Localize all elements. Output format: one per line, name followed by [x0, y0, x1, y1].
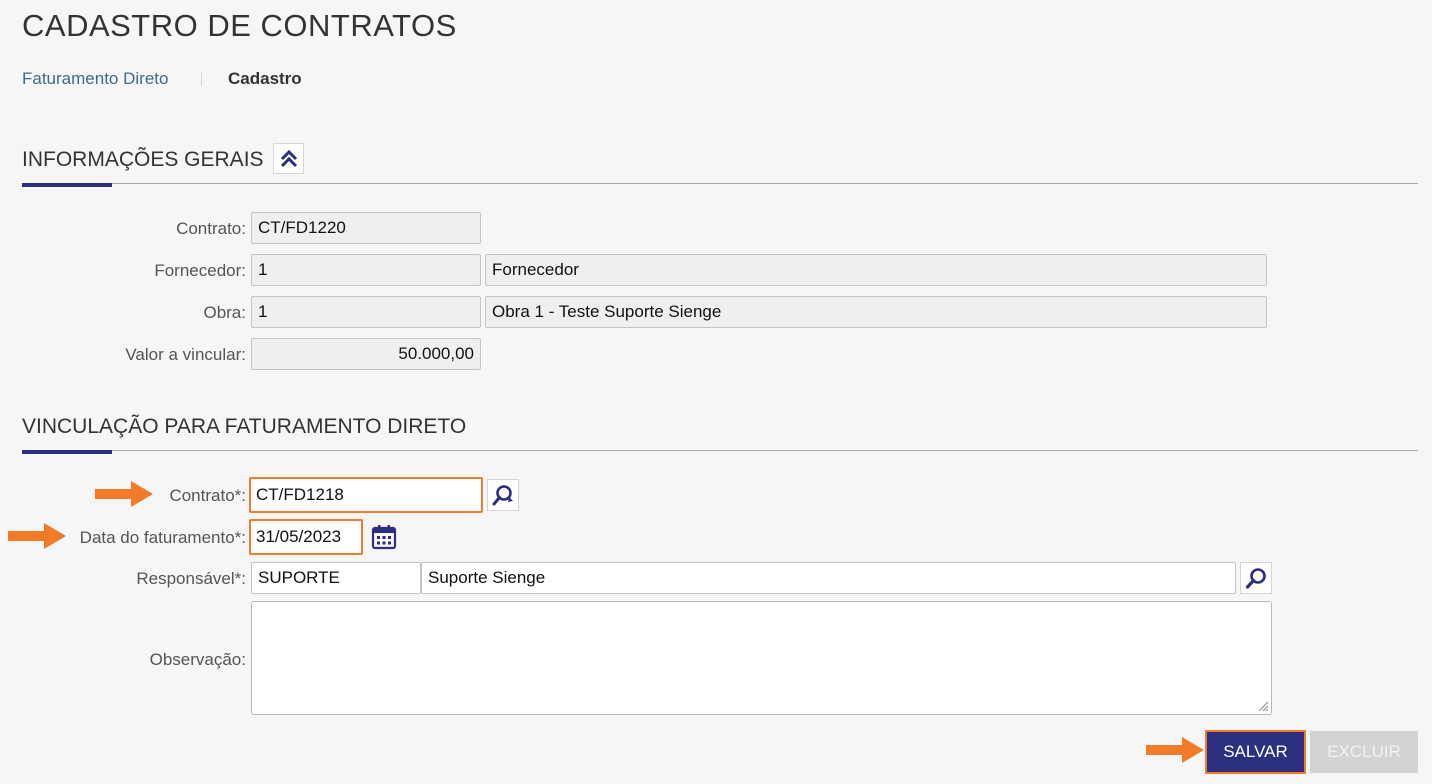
fornecedor-name-field: Fornecedor — [485, 254, 1267, 286]
valor-field: 50.000,00 — [251, 338, 481, 370]
link-contrato-label: Contrato*: — [169, 486, 246, 505]
search-icon — [1245, 568, 1266, 589]
contrato-field: CT/FD1220 — [251, 212, 481, 244]
section-accent — [22, 450, 112, 454]
arrow-annotation-icon — [95, 481, 153, 507]
calendar-button[interactable] — [368, 521, 400, 553]
arrow-annotation-icon — [8, 523, 66, 549]
contrato-search-button[interactable] — [487, 479, 519, 511]
data-faturamento-input[interactable]: 31/05/2023 — [249, 519, 363, 555]
delete-button[interactable]: EXCLUIR — [1310, 731, 1418, 773]
responsavel-label: Responsável*: — [136, 569, 246, 588]
obra-label: Obra: — [203, 303, 246, 322]
breadcrumb-link[interactable]: Faturamento Direto — [22, 69, 168, 89]
obra-name-field: Obra 1 - Teste Suporte Sienge — [485, 296, 1267, 328]
breadcrumb-current: Cadastro — [228, 69, 302, 88]
double-chevron-up-icon — [280, 149, 297, 167]
page-title: CADASTRO DE CONTRATOS — [22, 8, 457, 43]
responsavel-name-input[interactable]: Suporte Sienge — [421, 562, 1236, 594]
collapse-section-button[interactable] — [273, 143, 304, 174]
responsavel-code-input[interactable]: SUPORTE — [251, 562, 421, 594]
link-contrato-input[interactable]: CT/FD1218 — [249, 477, 483, 513]
section-title-link: VINCULAÇÃO PARA FATURAMENTO DIRETO — [22, 415, 467, 438]
resize-handle-icon[interactable] — [1257, 700, 1269, 712]
arrow-annotation-icon — [1146, 737, 1204, 763]
fornecedor-code-field: 1 — [251, 254, 481, 286]
section-accent — [22, 183, 112, 187]
observacao-label: Observação: — [149, 650, 246, 669]
contrato-label: Contrato: — [176, 219, 246, 238]
search-refresh-icon — [492, 485, 513, 506]
section-divider — [22, 450, 1418, 451]
data-faturamento-label: Data do faturamento*: — [79, 528, 246, 547]
obra-code-field: 1 — [251, 296, 481, 328]
valor-label: Valor a vincular: — [125, 345, 246, 364]
section-title-general: INFORMAÇÕES GERAIS — [22, 148, 264, 171]
save-button[interactable]: SALVAR — [1205, 730, 1306, 774]
responsavel-search-button[interactable] — [1240, 562, 1272, 594]
breadcrumb-separator — [201, 72, 202, 86]
section-divider — [22, 183, 1418, 184]
calendar-icon — [371, 525, 397, 550]
fornecedor-label: Fornecedor: — [154, 261, 246, 280]
observacao-textarea[interactable] — [251, 601, 1272, 715]
